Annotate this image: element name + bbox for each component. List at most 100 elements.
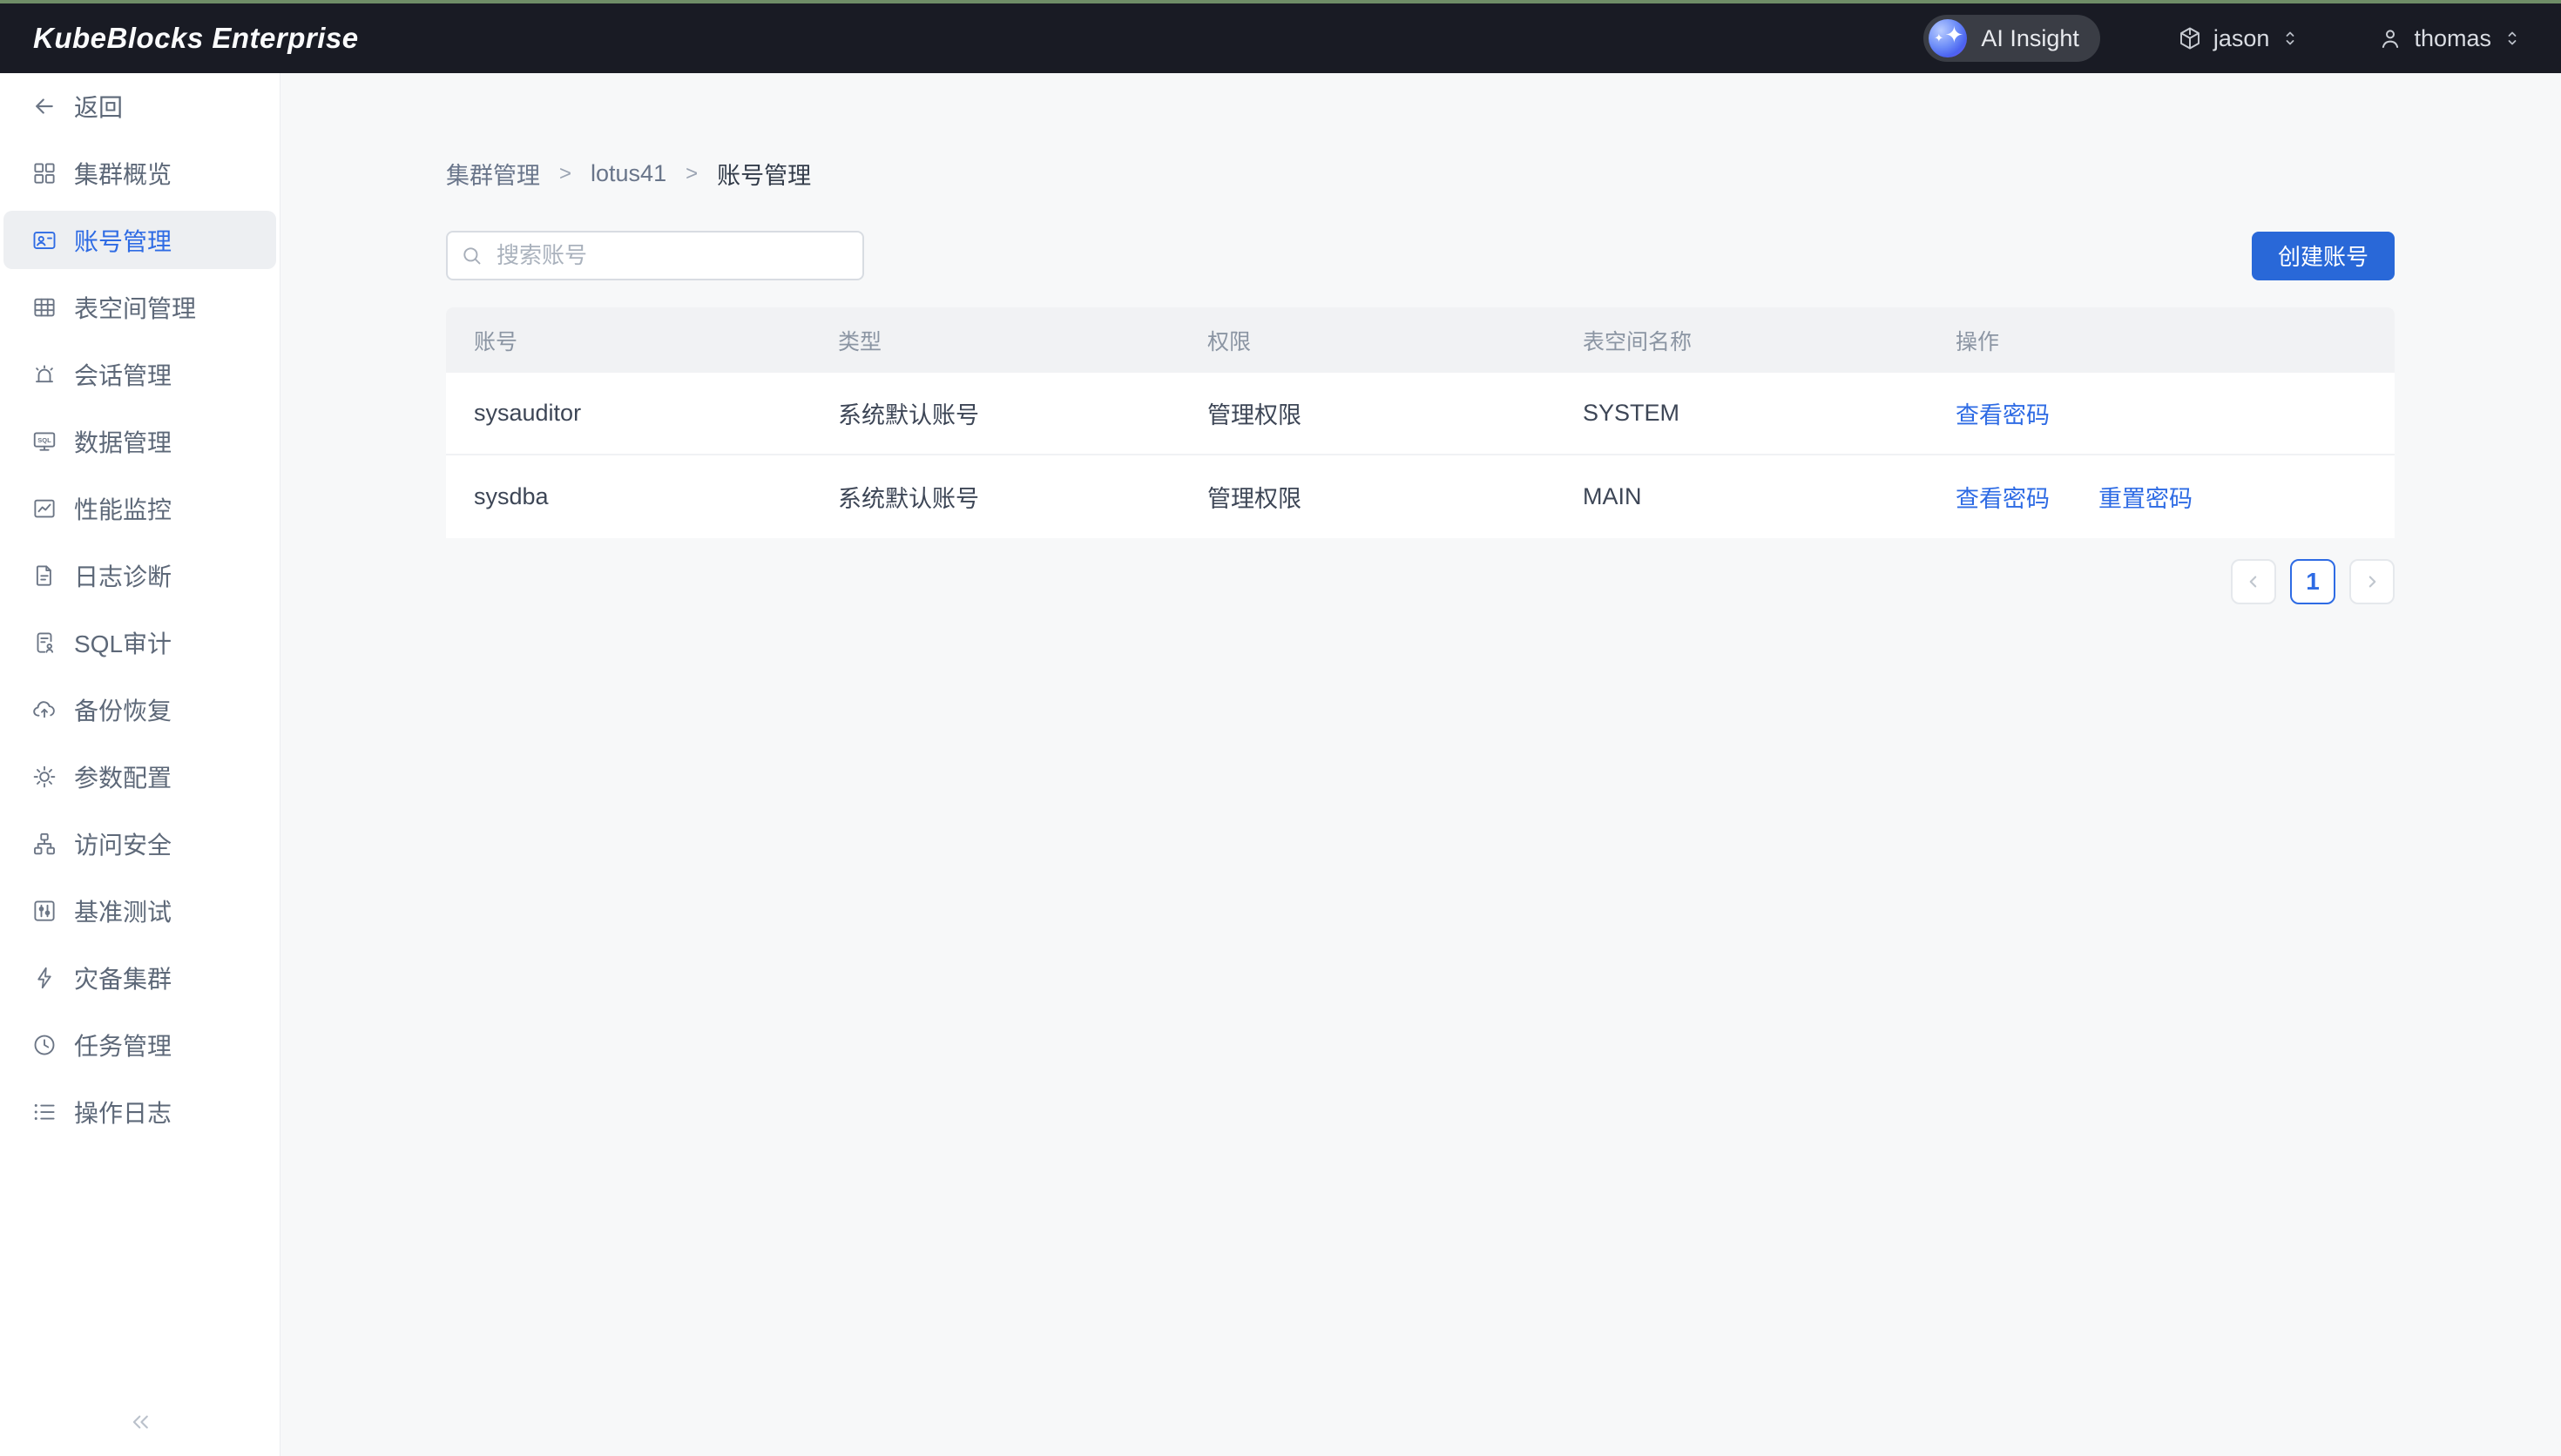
table-row: sysdba系统默认账号管理权限MAIN 查看密码 重置密码: [446, 455, 2395, 538]
topbar: KubeBlocks Enterprise ✦ ✦ AI Insight jas…: [0, 3, 2561, 73]
chevrons-up-down-icon: [2502, 28, 2523, 49]
create-account-button[interactable]: 创建账号: [2252, 232, 2395, 280]
sitemap-icon: [31, 831, 57, 857]
cell-type: 系统默认账号: [810, 480, 1179, 514]
sidebar-item-label: 任务管理: [74, 1028, 172, 1062]
toolbar: 创建账号: [446, 231, 2395, 280]
sidebar-item-operation-log[interactable]: 操作日志: [3, 1082, 276, 1141]
lightning-icon: [31, 965, 57, 991]
cell-tablespace: SYSTEM: [1555, 400, 1928, 427]
user-icon: [2377, 25, 2403, 51]
sidebar-item-sql-audit[interactable]: SQL审计: [3, 613, 276, 671]
sidebar-item-label: 表空间管理: [74, 290, 196, 325]
sidebar-item-log-diagnosis[interactable]: 日志诊断: [3, 546, 276, 604]
search-input[interactable]: [446, 231, 864, 280]
ai-insight-label: AI Insight: [1981, 25, 2079, 52]
sidebar-item-backup-restore[interactable]: 备份恢复: [3, 680, 276, 738]
cell-account: sysauditor: [446, 400, 810, 427]
sidebar-back-button[interactable]: 返回: [3, 77, 276, 135]
grid-icon: [31, 160, 57, 186]
sidebar-collapse-button[interactable]: [125, 1407, 155, 1437]
sidebar-item-label: 数据管理: [74, 424, 172, 459]
sidebar-item-label: 集群概览: [74, 156, 172, 191]
cell-permission: 管理权限: [1179, 480, 1555, 514]
pagination-prev-button[interactable]: [2231, 559, 2276, 604]
pagination-page-1[interactable]: 1: [2290, 559, 2335, 604]
document-icon: [31, 563, 57, 589]
cloud-upload-icon: [31, 697, 57, 723]
cell-actions: 查看密码: [1928, 396, 2395, 430]
chevron-left-icon: [2242, 570, 2265, 593]
sidebar-item-benchmark-test[interactable]: 基准测试: [3, 881, 276, 940]
view-password-link[interactable]: 查看密码: [1956, 396, 2050, 430]
chart-line-icon: [31, 495, 57, 522]
gear-icon: [31, 764, 57, 790]
cell-permission: 管理权限: [1179, 396, 1555, 430]
account-card-icon: [31, 227, 57, 253]
double-chevron-left-icon: [125, 1407, 155, 1437]
reset-password-link[interactable]: 重置密码: [2098, 480, 2193, 514]
sidebar-item-data-management[interactable]: SQL 数据管理: [3, 412, 276, 470]
chevrons-up-down-icon: [2280, 28, 2301, 49]
topbar-controls: ✦ ✦ AI Insight jason: [1923, 15, 2523, 62]
table-header-row: 账号类型权限表空间名称操作: [446, 307, 2395, 373]
list-icon: [31, 1099, 57, 1125]
sidebar-item-label: 日志诊断: [74, 558, 172, 593]
sidebar-item-performance-monitoring[interactable]: 性能监控: [3, 479, 276, 537]
sidebar-item-label: 参数配置: [74, 759, 172, 794]
breadcrumb-item-1[interactable]: lotus41: [591, 160, 666, 187]
sidebar-item-label: 访问安全: [74, 826, 172, 861]
sidebar-item-label: 基准测试: [74, 893, 172, 928]
cell-actions: 查看密码 重置密码: [1928, 480, 2395, 514]
svg-text:SQL: SQL: [37, 435, 51, 443]
sidebar-item-cluster-overview[interactable]: 集群概览: [3, 144, 276, 202]
accounts-table: 账号类型权限表空间名称操作 sysauditor系统默认账号管理权限SYSTEM…: [446, 307, 2395, 538]
cluster-selector[interactable]: jason: [2177, 25, 2301, 52]
table-row: sysauditor系统默认账号管理权限SYSTEM 查看密码: [446, 373, 2395, 455]
arrow-left-icon: [31, 93, 57, 119]
sidebar-back-label: 返回: [74, 89, 123, 124]
sidebar-item-label: SQL审计: [74, 625, 172, 660]
audit-doc-icon: [31, 630, 57, 656]
sidebar-item-session-management[interactable]: 会话管理: [3, 345, 276, 403]
sidebar: 返回 集群概览账号管理表空间管理会话管理 SQL 数据管理性能监控日志诊断 SQL审计…: [0, 73, 280, 1456]
sliders-icon: [31, 898, 57, 924]
breadcrumb: 集群管理 > lotus41 > 账号管理: [446, 157, 2395, 191]
ai-insight-button[interactable]: ✦ ✦ AI Insight: [1923, 15, 2100, 62]
sidebar-item-label: 性能监控: [74, 491, 172, 526]
sql-monitor-icon: SQL: [31, 428, 57, 455]
cube-icon: [2177, 25, 2203, 51]
sidebar-item-account-management[interactable]: 账号管理: [3, 211, 276, 269]
column-header: 权限: [1179, 325, 1555, 356]
sidebar-item-task-management[interactable]: 任务管理: [3, 1015, 276, 1074]
cell-type: 系统默认账号: [810, 396, 1179, 430]
sidebar-item-dr-cluster[interactable]: 灾备集群: [3, 948, 276, 1007]
alarm-icon: [31, 361, 57, 388]
chevron-right-icon: [2361, 570, 2383, 593]
sidebar-item-access-security[interactable]: 访问安全: [3, 814, 276, 873]
pagination-next-button[interactable]: [2349, 559, 2395, 604]
breadcrumb-separator: >: [686, 162, 698, 186]
sidebar-item-label: 备份恢复: [74, 692, 172, 727]
table-icon: [31, 294, 57, 320]
breadcrumb-item-0[interactable]: 集群管理: [446, 157, 540, 191]
sidebar-item-parameter-config[interactable]: 参数配置: [3, 747, 276, 806]
app-logo: KubeBlocks Enterprise: [33, 22, 359, 55]
breadcrumb-separator: >: [559, 162, 571, 186]
view-password-link[interactable]: 查看密码: [1956, 480, 2050, 514]
column-header: 操作: [1928, 325, 2395, 356]
column-header: 账号: [446, 325, 810, 356]
column-header: 类型: [810, 325, 1179, 356]
user-selector-value: thomas: [2414, 25, 2491, 52]
main-content: 集群管理 > lotus41 > 账号管理 创建账号 账号类型权限表空间名称操作 sys…: [280, 73, 2561, 1456]
cell-account: sysdba: [446, 483, 810, 510]
column-header: 表空间名称: [1555, 325, 1928, 356]
breadcrumb-item-2: 账号管理: [717, 157, 811, 191]
sidebar-item-tablespace-management[interactable]: 表空间管理: [3, 278, 276, 336]
sidebar-item-label: 账号管理: [74, 223, 172, 258]
cell-tablespace: MAIN: [1555, 483, 1928, 510]
sidebar-item-label: 灾备集群: [74, 961, 172, 995]
cluster-selector-value: jason: [2213, 25, 2270, 52]
pagination: 1: [446, 559, 2395, 604]
user-selector[interactable]: thomas: [2377, 25, 2523, 52]
